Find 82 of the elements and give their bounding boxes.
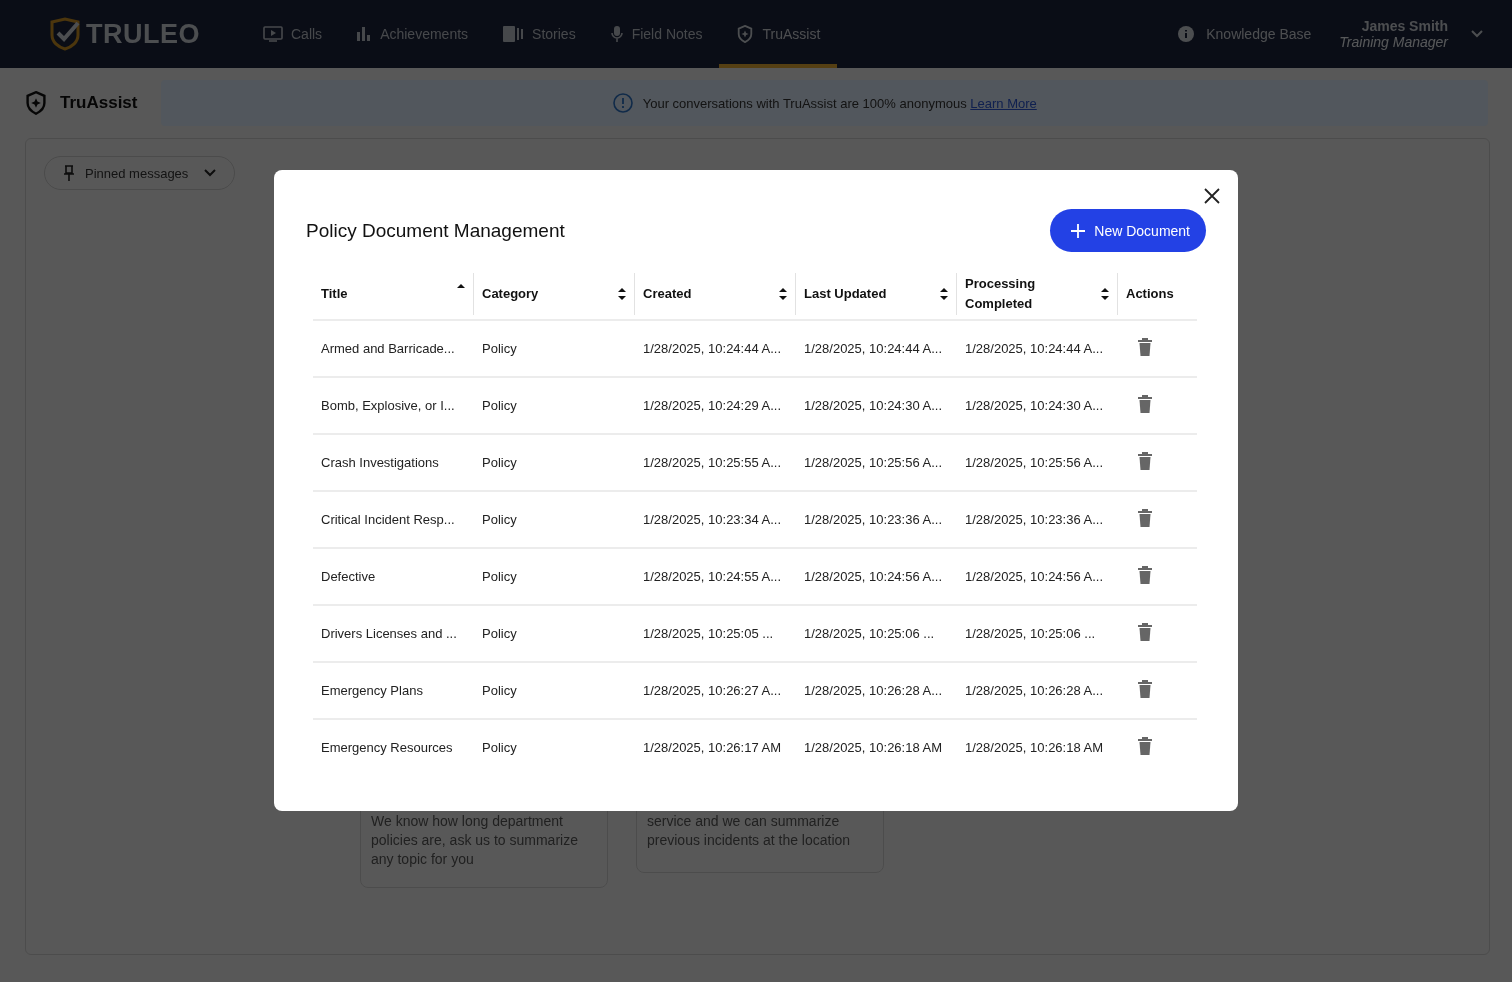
table-cell: 1/28/2025, 10:23:34 A... xyxy=(643,512,782,527)
trash-icon[interactable] xyxy=(1138,566,1152,587)
bar-chart-icon xyxy=(356,26,373,42)
screen-icon xyxy=(263,26,283,42)
table-cell: Policy xyxy=(482,740,517,755)
sort-icon[interactable] xyxy=(1101,287,1109,301)
table-cell: Drivers Licenses and ... xyxy=(321,626,457,641)
stories-icon xyxy=(502,25,525,43)
table-cell: 1/28/2025, 10:26:28 A... xyxy=(804,683,943,698)
sort-icon[interactable] xyxy=(618,287,626,301)
banner-text: Your conversations with TruAssist are 100% anonymous Learn More xyxy=(642,95,1037,111)
trash-icon[interactable] xyxy=(1138,395,1152,416)
table-cell: Policy xyxy=(482,569,517,584)
table-cell: Critical Incident Resp... xyxy=(321,512,455,527)
trash-icon[interactable] xyxy=(1138,509,1152,530)
trash-icon[interactable] xyxy=(1138,623,1152,644)
table-cell: 1/28/2025, 10:26:17 AM xyxy=(643,740,782,755)
shield-check-icon xyxy=(48,17,82,51)
table-cell: Policy xyxy=(482,626,517,641)
column-header[interactable]: Processing Completed xyxy=(965,274,1045,314)
table-cell: Policy xyxy=(482,683,517,698)
table-cell: Policy xyxy=(482,341,517,356)
table-cell: 1/28/2025, 10:24:30 A... xyxy=(965,398,1104,413)
trash-icon[interactable] xyxy=(1138,737,1152,758)
table-cell: 1/28/2025, 10:26:18 AM xyxy=(804,740,943,755)
trash-icon[interactable] xyxy=(1138,452,1152,473)
dialog-title: Policy Document Management xyxy=(306,219,565,242)
plus-icon xyxy=(1070,222,1087,239)
table-cell: 1/28/2025, 10:24:55 A... xyxy=(643,569,782,584)
shield-star-icon xyxy=(736,25,755,43)
table-cell: Defective xyxy=(321,569,376,584)
chevron-down-icon xyxy=(204,169,217,177)
table-cell: 1/28/2025, 10:25:05 ... xyxy=(643,626,774,641)
knowledge-base-link[interactable]: Knowledge Base xyxy=(1206,26,1312,42)
table-cell: 1/28/2025, 10:24:56 A... xyxy=(965,569,1104,584)
table-cell: 1/28/2025, 10:25:55 A... xyxy=(643,455,782,470)
info-icon xyxy=(1178,26,1195,42)
table-cell: 1/28/2025, 10:25:06 ... xyxy=(804,626,935,641)
table-cell: 1/28/2025, 10:25:56 A... xyxy=(965,455,1104,470)
page-title: TruAssist xyxy=(60,93,138,113)
user-role: Training Manager xyxy=(1339,34,1448,50)
info-icon xyxy=(612,93,633,113)
table-cell: Emergency Resources xyxy=(321,740,453,755)
table-cell: Policy xyxy=(482,512,517,527)
table-cell: 1/28/2025, 10:24:30 A... xyxy=(804,398,943,413)
table-cell: Policy xyxy=(482,455,517,470)
microphone-icon xyxy=(609,25,624,43)
table-cell: 1/28/2025, 10:24:44 A... xyxy=(965,341,1104,356)
table-cell: Crash Investigations xyxy=(321,455,439,470)
table-cell: 1/28/2025, 10:23:36 A... xyxy=(804,512,943,527)
user-name: James Smith xyxy=(1361,18,1448,34)
trash-icon[interactable] xyxy=(1138,338,1152,359)
table-cell: 1/28/2025, 10:24:29 A... xyxy=(643,398,782,413)
logo-text: TRULEO xyxy=(86,18,200,50)
sort-icon[interactable] xyxy=(940,287,948,301)
table-cell: 1/28/2025, 10:23:36 A... xyxy=(965,512,1104,527)
table-cell: 1/28/2025, 10:26:27 A... xyxy=(643,683,782,698)
table-cell: 1/28/2025, 10:24:44 A... xyxy=(643,341,782,356)
table-cell: Bomb, Explosive, or I... xyxy=(321,398,455,413)
trash-icon[interactable] xyxy=(1138,680,1152,701)
learn-more-link[interactable]: Learn More xyxy=(970,95,1037,111)
table-cell: 1/28/2025, 10:25:06 ... xyxy=(965,626,1096,641)
shield-star-icon xyxy=(24,91,48,115)
pinned-messages-dropdown[interactable]: Pinned messages xyxy=(44,156,236,190)
table-cell: 1/28/2025, 10:26:28 A... xyxy=(965,683,1104,698)
table-cell: Armed and Barricade... xyxy=(321,341,455,356)
column-header[interactable]: Created xyxy=(643,284,692,304)
column-header[interactable]: Actions xyxy=(1126,284,1174,304)
sort-icon[interactable] xyxy=(779,287,787,301)
table-cell: Policy xyxy=(482,398,517,413)
column-header[interactable]: Category xyxy=(482,284,539,304)
nav-tab[interactable]: TruAssist xyxy=(719,0,838,68)
new-document-button[interactable]: New Document xyxy=(1050,209,1206,252)
table-cell: 1/28/2025, 10:24:56 A... xyxy=(804,569,943,584)
table-cell: Emergency Plans xyxy=(321,683,423,698)
table-cell: 1/28/2025, 10:25:56 A... xyxy=(804,455,943,470)
table-cell: 1/28/2025, 10:26:18 AM xyxy=(965,740,1104,755)
pin-icon xyxy=(63,165,75,181)
column-header[interactable]: Title xyxy=(321,284,348,304)
table-cell: 1/28/2025, 10:24:44 A... xyxy=(804,341,943,356)
sort-ascending-icon[interactable] xyxy=(457,283,465,289)
column-header[interactable]: Last Updated xyxy=(804,284,887,304)
